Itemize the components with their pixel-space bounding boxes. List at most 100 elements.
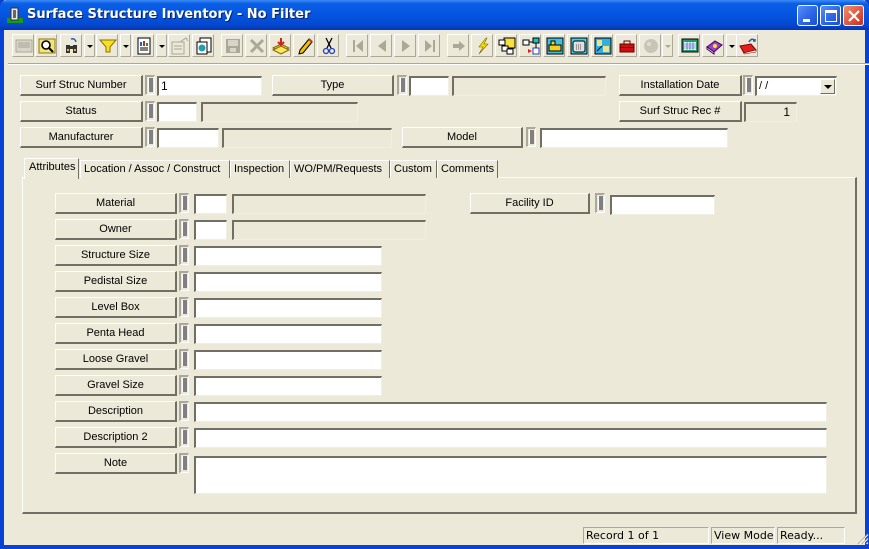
previous-record-button[interactable]	[370, 34, 392, 57]
cut-button[interactable]	[317, 34, 339, 57]
surf-struc-number-field[interactable]: 1	[157, 76, 262, 96]
delete-button[interactable]	[245, 34, 267, 57]
owner-lock[interactable]	[179, 219, 189, 239]
tab-custom[interactable]: Custom	[390, 160, 437, 178]
pencil-icon	[298, 38, 313, 55]
pedistal-size-field[interactable]	[194, 272, 382, 292]
installation-date-button[interactable]: Installation Date	[619, 75, 742, 96]
tab-attributes[interactable]: Attributes	[24, 158, 79, 179]
description-field[interactable]	[194, 402, 827, 422]
status-button[interactable]: Status	[20, 101, 143, 122]
type-button[interactable]: Type	[272, 75, 394, 96]
tab-inspection[interactable]: Inspection	[230, 160, 290, 178]
properties-button[interactable]	[168, 34, 190, 57]
help-book-button[interactable]	[702, 34, 724, 57]
date-dropdown-button[interactable]	[820, 79, 835, 94]
search-button[interactable]	[35, 34, 57, 57]
level-box-lock[interactable]	[179, 297, 189, 317]
close-button[interactable]	[843, 5, 864, 26]
description-lock[interactable]	[179, 401, 189, 421]
description-button[interactable]: Description	[55, 401, 177, 422]
manufacturer-code-field[interactable]	[157, 128, 219, 148]
equipment-button[interactable]	[543, 34, 565, 57]
map-button[interactable]	[591, 34, 613, 57]
pedistal-size-button[interactable]: Pedistal Size	[55, 271, 177, 292]
surf-struc-number-lock[interactable]	[145, 75, 155, 95]
next-record-button[interactable]	[394, 34, 416, 57]
gravel-size-field[interactable]	[194, 376, 382, 396]
last-record-button[interactable]	[418, 34, 440, 57]
save-button[interactable]	[221, 34, 243, 57]
manufacturer-lock[interactable]	[145, 127, 155, 147]
filter-dropdown[interactable]	[120, 34, 131, 57]
tab-location-assoc-construct[interactable]: Location / Assoc / Construct	[80, 160, 230, 178]
loose-gravel-lock[interactable]	[179, 349, 189, 369]
installation-date-field[interactable]: / /	[755, 76, 837, 96]
structure-size-field[interactable]	[194, 246, 382, 266]
penta-head-field[interactable]	[194, 324, 382, 344]
resize-grip-icon[interactable]	[855, 531, 869, 545]
relationships-button[interactable]	[519, 34, 541, 57]
execute-button[interactable]	[471, 34, 493, 57]
load-button[interactable]	[269, 34, 291, 57]
minimize-button[interactable]	[797, 5, 818, 26]
facility-id-button[interactable]: Facility ID	[470, 193, 590, 214]
title-bar[interactable]: Surface Structure Inventory - No Filter	[0, 0, 869, 30]
status-lock[interactable]	[145, 101, 155, 121]
hierarchy-button[interactable]	[495, 34, 517, 57]
material-code-field[interactable]	[194, 194, 227, 214]
edit-button[interactable]	[293, 34, 315, 57]
find-dropdown[interactable]	[84, 34, 95, 57]
loose-gravel-button[interactable]: Loose Gravel	[55, 349, 177, 370]
loose-gravel-field[interactable]	[194, 350, 382, 370]
copy-record-button[interactable]	[192, 34, 214, 57]
installation-date-lock[interactable]	[743, 75, 753, 95]
material-button[interactable]: Material	[55, 193, 177, 214]
level-box-field[interactable]	[194, 298, 382, 318]
new-record-button[interactable]	[12, 34, 34, 57]
calculator-button[interactable]	[567, 34, 589, 57]
description-2-field[interactable]	[194, 428, 827, 448]
type-code-field[interactable]	[409, 76, 449, 96]
manufacturer-button[interactable]: Manufacturer	[20, 127, 143, 148]
globe-button[interactable]	[639, 34, 661, 57]
exit-button[interactable]	[736, 34, 758, 57]
type-lock[interactable]	[397, 75, 407, 95]
model-button[interactable]: Model	[402, 127, 523, 148]
globe-dropdown[interactable]	[662, 34, 673, 57]
owner-code-field[interactable]	[194, 220, 227, 240]
level-box-button[interactable]: Level Box	[55, 297, 177, 318]
structure-size-button[interactable]: Structure Size	[55, 245, 177, 266]
filter-button[interactable]	[96, 34, 118, 57]
surf-struc-rec-button[interactable]: Surf Struc Rec #	[619, 101, 742, 122]
spreadsheet-button[interactable]	[678, 34, 700, 57]
surf-struc-number-button[interactable]: Surf Struc Number	[20, 75, 143, 96]
material-lock[interactable]	[179, 193, 189, 213]
model-lock[interactable]	[526, 127, 536, 147]
gravel-size-button[interactable]: Gravel Size	[55, 375, 177, 396]
tab-wo-pm-requests[interactable]: WO/PM/Requests	[290, 160, 390, 178]
facility-id-field[interactable]	[610, 195, 715, 215]
note-field[interactable]	[194, 456, 827, 494]
status-code-field[interactable]	[157, 102, 197, 122]
description-2-lock[interactable]	[179, 427, 189, 447]
maximize-button[interactable]	[820, 5, 841, 26]
go-to-button[interactable]	[447, 34, 469, 57]
pedistal-size-lock[interactable]	[179, 271, 189, 291]
find-button[interactable]	[60, 34, 82, 57]
owner-button[interactable]: Owner	[55, 219, 177, 240]
report-dropdown[interactable]	[156, 34, 167, 57]
model-field[interactable]	[540, 128, 728, 148]
note-button[interactable]: Note	[55, 453, 177, 474]
penta-head-button[interactable]: Penta Head	[55, 323, 177, 344]
note-lock[interactable]	[179, 453, 189, 473]
gravel-size-lock[interactable]	[179, 375, 189, 395]
first-record-button[interactable]	[346, 34, 368, 57]
toolbox-button[interactable]	[615, 34, 637, 57]
facility-id-lock[interactable]	[595, 193, 605, 213]
penta-head-lock[interactable]	[179, 323, 189, 343]
tab-comments[interactable]: Comments	[437, 160, 498, 178]
report-button[interactable]	[132, 34, 154, 57]
structure-size-lock[interactable]	[179, 245, 189, 265]
description-2-button[interactable]: Description 2	[55, 427, 177, 448]
